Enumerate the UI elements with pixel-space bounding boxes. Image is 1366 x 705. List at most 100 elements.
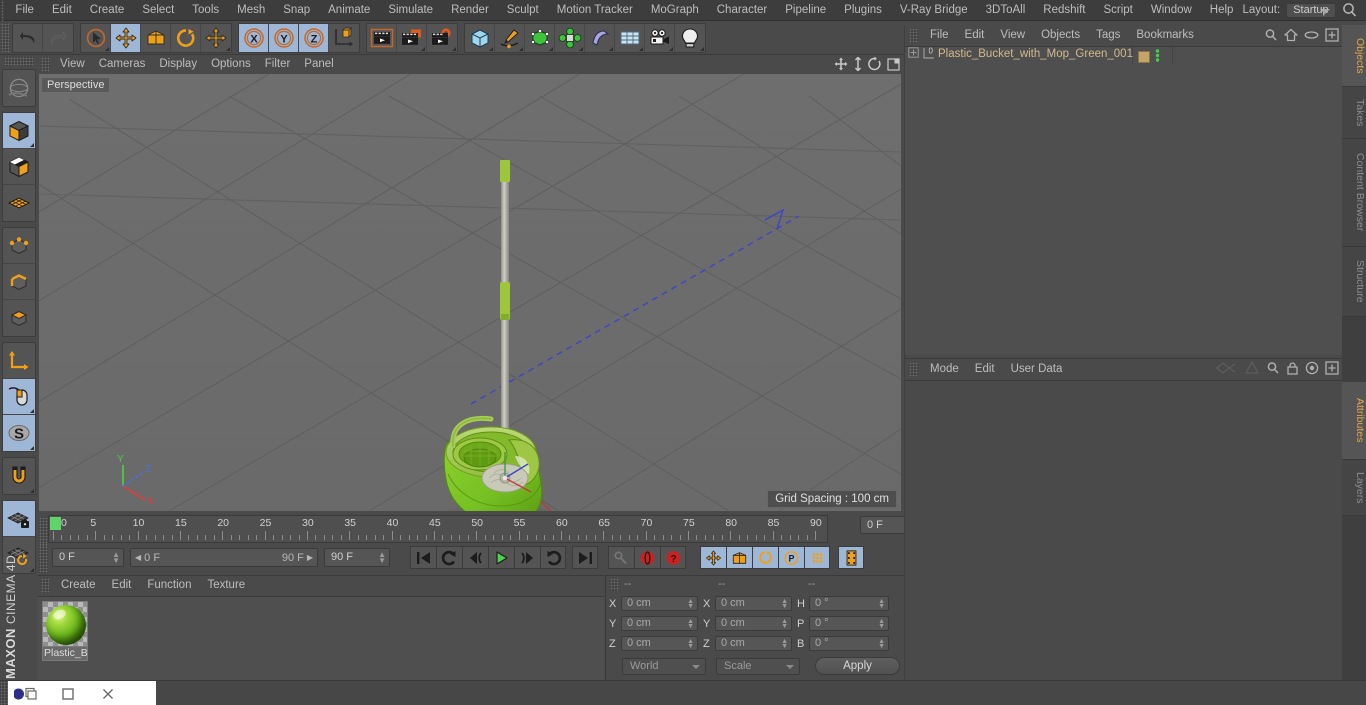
menu-render[interactable]: Render bbox=[442, 0, 498, 21]
viewport-canvas[interactable]: Perspective Y X Z Grid Spacing : 100 cm bbox=[39, 74, 901, 511]
menu-motion-tracker[interactable]: Motion Tracker bbox=[548, 0, 642, 21]
autokeying-button[interactable] bbox=[608, 546, 634, 569]
attribute-content-area[interactable] bbox=[905, 380, 1342, 681]
add-environment-button[interactable] bbox=[615, 23, 645, 52]
interpolation-icon[interactable] bbox=[1216, 361, 1238, 378]
undo-button[interactable] bbox=[13, 23, 43, 52]
redo-button[interactable] bbox=[43, 24, 73, 52]
tab-attributes[interactable]: Attributes bbox=[1342, 382, 1366, 460]
attribute-menu-mode[interactable]: Mode bbox=[922, 359, 967, 379]
rotate-tool[interactable] bbox=[171, 23, 201, 52]
object-name-cell[interactable]: 0 Plastic_Bucket_with_Mop_Green_001 bbox=[905, 47, 1133, 64]
menu-window[interactable]: Window bbox=[1142, 0, 1201, 21]
rotation-b-field[interactable]: 0 ° ▲ ▼ bbox=[809, 636, 889, 651]
attribute-manager-grip[interactable] bbox=[909, 361, 918, 377]
taskbar-grip[interactable] bbox=[0, 681, 8, 705]
menu-vray-bridge[interactable]: V-Ray Bridge bbox=[891, 0, 977, 21]
go-to-end-button[interactable] bbox=[572, 546, 598, 569]
coordinates-grip[interactable] bbox=[610, 578, 619, 591]
material-menu-texture[interactable]: Texture bbox=[199, 576, 253, 595]
coordinate-system-dropdown[interactable]: World bbox=[622, 658, 706, 675]
enable-snap-button[interactable]: S bbox=[3, 415, 35, 451]
position-z-field[interactable]: 0 cm ▲ ▼ bbox=[621, 636, 698, 651]
layout-dropdown[interactable]: Startup bbox=[1286, 2, 1336, 18]
play-button[interactable] bbox=[488, 546, 514, 569]
material-menu-edit[interactable]: Edit bbox=[104, 576, 140, 595]
menu-mograph[interactable]: MoGraph bbox=[642, 0, 708, 21]
search-icon[interactable] bbox=[1264, 28, 1278, 45]
menu-plugins[interactable]: Plugins bbox=[835, 0, 891, 21]
position-x-field[interactable]: 0 cm ▲ ▼ bbox=[621, 596, 698, 611]
material-grip[interactable] bbox=[41, 578, 50, 593]
material-thumbnail[interactable] bbox=[42, 601, 88, 647]
magnet-tool-button[interactable] bbox=[3, 458, 35, 494]
lock-y-axis[interactable]: Y bbox=[269, 23, 299, 52]
object-row[interactable]: 0 Plastic_Bucket_with_Mop_Green_001 bbox=[905, 47, 1342, 64]
object-menu-bookmarks[interactable]: Bookmarks bbox=[1128, 25, 1202, 45]
material-tag-icon[interactable] bbox=[1138, 51, 1150, 63]
timeline-current-marker[interactable] bbox=[50, 517, 61, 530]
add-camera-button[interactable] bbox=[645, 23, 675, 52]
rotation-p-field[interactable]: 0 ° ▲ ▼ bbox=[809, 616, 889, 631]
lock-z-axis[interactable]: Z bbox=[299, 23, 329, 52]
menu-select[interactable]: Select bbox=[133, 0, 183, 21]
menu-snap[interactable]: Snap bbox=[274, 0, 319, 21]
viewport-menu-display[interactable]: Display bbox=[152, 55, 204, 74]
lock-workplane-button[interactable] bbox=[3, 501, 35, 537]
render-view-button[interactable] bbox=[367, 23, 397, 52]
position-y-field[interactable]: 0 cm ▲ ▼ bbox=[621, 616, 698, 631]
material-menu-create[interactable]: Create bbox=[53, 576, 104, 595]
expand-toggle-icon[interactable] bbox=[908, 47, 919, 61]
menu-animate[interactable]: Animate bbox=[319, 0, 379, 21]
viewport-menu-cameras[interactable]: Cameras bbox=[92, 55, 153, 74]
undo-view-button[interactable] bbox=[3, 70, 35, 106]
home-icon[interactable] bbox=[1284, 28, 1298, 45]
timeline-layout-button[interactable] bbox=[838, 546, 864, 569]
material-menu-function[interactable]: Function bbox=[139, 576, 199, 595]
spinner-icon[interactable]: ▲▼ bbox=[687, 598, 694, 610]
menu-character[interactable]: Character bbox=[708, 0, 777, 21]
viewport-solo-button[interactable] bbox=[3, 379, 35, 415]
frame-range-slider[interactable]: ◀ 0 F 90 F ▶ bbox=[130, 548, 318, 567]
size-x-field[interactable]: 0 cm ▲ ▼ bbox=[715, 596, 792, 611]
add-nurbs-button[interactable] bbox=[525, 23, 555, 52]
attribute-menu-user-data[interactable]: User Data bbox=[1003, 359, 1071, 379]
restore-icon[interactable] bbox=[48, 681, 88, 705]
scale-key-button[interactable] bbox=[726, 546, 752, 569]
object-menu-objects[interactable]: Objects bbox=[1033, 25, 1088, 45]
viewport-menu-filter[interactable]: Filter bbox=[258, 55, 298, 74]
menu-3dtoall[interactable]: 3DToAll bbox=[977, 0, 1035, 21]
viewport-menu-view[interactable]: View bbox=[53, 55, 92, 74]
material-item[interactable]: Plastic_B bbox=[42, 601, 88, 661]
object-tree[interactable]: 0 Plastic_Bucket_with_Mop_Green_001 bbox=[905, 46, 1342, 355]
edges-mode-button[interactable] bbox=[3, 264, 35, 300]
object-menu-tags[interactable]: Tags bbox=[1088, 25, 1128, 45]
workplane-mode-button[interactable] bbox=[3, 185, 35, 221]
step-back-button[interactable] bbox=[462, 546, 488, 569]
menu-file[interactable]: File bbox=[6, 0, 43, 21]
spinner-icon[interactable]: ▲▼ bbox=[687, 618, 694, 630]
parameter-key-button[interactable]: P bbox=[778, 546, 804, 569]
viewport-grip[interactable] bbox=[41, 57, 50, 72]
search-icon[interactable] bbox=[1340, 1, 1360, 19]
enable-axis-modification-button[interactable] bbox=[3, 343, 35, 379]
rotation-h-field[interactable]: 0 ° ▲ ▼ bbox=[809, 596, 889, 611]
menu-pipeline[interactable]: Pipeline bbox=[776, 0, 835, 21]
texture-mode-button[interactable] bbox=[3, 149, 35, 185]
go-to-start-button[interactable] bbox=[410, 546, 436, 569]
menu-create[interactable]: Create bbox=[81, 0, 134, 21]
position-key-button[interactable] bbox=[700, 546, 726, 569]
timeline-ruler[interactable]: 0 5 10 15 20 25 30 35 40 45 50 55 60 65 70 75 80 85 90 bbox=[48, 515, 828, 543]
menu-simulate[interactable]: Simulate bbox=[379, 0, 442, 21]
play-forwards-loop-button[interactable] bbox=[540, 546, 566, 569]
eye-icon[interactable] bbox=[1304, 29, 1319, 44]
spinner-icon[interactable]: ▲▼ bbox=[781, 598, 788, 610]
rotation-key-button[interactable] bbox=[752, 546, 778, 569]
free-move-tool[interactable] bbox=[201, 24, 231, 52]
cinema4d-icon[interactable] bbox=[8, 681, 48, 705]
live-selection-tool[interactable] bbox=[81, 23, 111, 52]
viewport-menu-options[interactable]: Options bbox=[204, 55, 258, 74]
menu-edit[interactable]: Edit bbox=[43, 0, 81, 21]
plus-box-icon[interactable] bbox=[1325, 28, 1339, 45]
spinner-icon[interactable]: ▲▼ bbox=[781, 618, 788, 630]
